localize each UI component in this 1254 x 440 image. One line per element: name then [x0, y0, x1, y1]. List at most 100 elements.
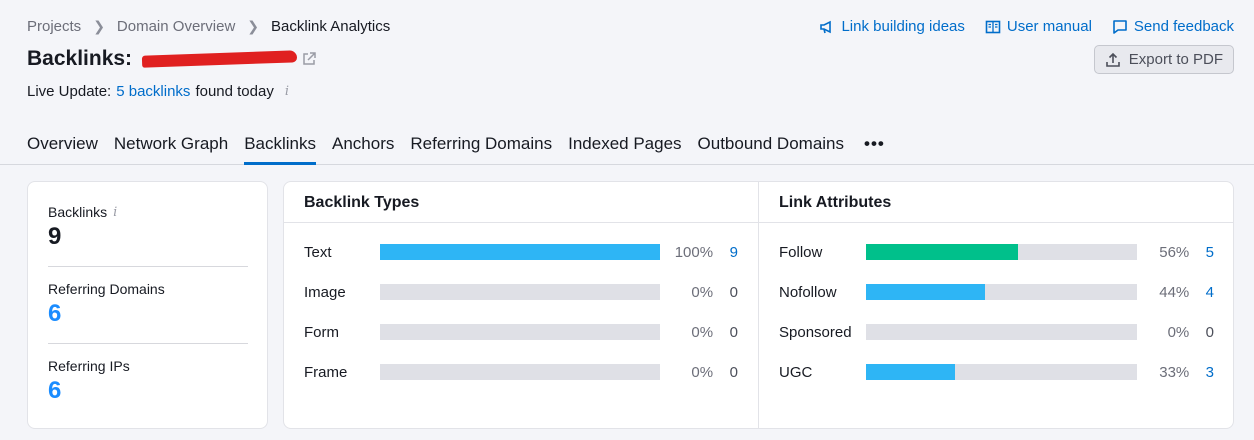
breakdown-row-label: Text [304, 243, 332, 261]
stat-referring-domains-label: Referring Domains [48, 281, 165, 297]
tab-overview[interactable]: Overview [27, 134, 98, 164]
breakdown-row: Sponsored 0% 0 [779, 322, 1214, 342]
breakdown-row-label: Form [304, 323, 339, 341]
page-title: Backlinks: [27, 47, 317, 71]
stat-referring-ips-value[interactable]: 6 [48, 377, 248, 405]
percentage-bar [379, 364, 661, 380]
percentage-bar-fill [866, 244, 1018, 260]
breakdown-row-percent: 0% [1167, 323, 1190, 341]
export-pdf-button[interactable]: Export to PDF [1093, 45, 1234, 74]
summary-card: Backlinks i 9 Referring Domains 6 Referr… [27, 181, 268, 429]
tab-network-graph[interactable]: Network Graph [114, 134, 228, 164]
stat-referring-domains: Referring Domains 6 [48, 281, 248, 328]
user-manual-label: User manual [1006, 18, 1092, 35]
stat-backlinks: Backlinks i 9 [48, 204, 248, 251]
send-feedback-link[interactable]: Send feedback [1112, 18, 1234, 35]
breakdown-row-percent: 33% [1159, 363, 1190, 381]
backlink-breakdown-card: Backlink Types Text 100% 9 Image 0% 0 Form 0% 0 F… [283, 181, 1234, 429]
upload-icon [1105, 52, 1120, 67]
tab-indexed-pages[interactable]: Indexed Pages [568, 134, 681, 164]
percentage-bar [866, 244, 1137, 260]
page-title-text: Backlinks: [27, 47, 133, 70]
live-update: Live Update: 5 backlinks found today i [27, 83, 289, 100]
breakdown-row-count: 0 [729, 363, 738, 381]
percentage-bar [379, 244, 661, 260]
export-pdf-label: Export to PDF [1128, 51, 1223, 68]
breakdown-row-count[interactable]: 5 [1189, 244, 1214, 261]
breakdown-row-percent: 0% [691, 363, 714, 381]
breadcrumb-projects[interactable]: Projects [27, 18, 81, 35]
link-attributes-title: Link Attributes [779, 194, 892, 211]
live-update-prefix: Live Update: [27, 83, 112, 100]
tab-anchors[interactable]: Anchors [332, 134, 394, 164]
external-link-icon[interactable] [301, 51, 317, 67]
percentage-bar [866, 324, 1137, 340]
chevron-right-icon: ❯ [93, 18, 105, 34]
divider [48, 343, 248, 344]
percentage-bar-fill [866, 284, 986, 300]
breakdown-row-count: 0 [729, 323, 738, 341]
breakdown-row: Image 0% 0 [304, 282, 738, 302]
breakdown-row-percent: 0% [691, 283, 714, 301]
breadcrumb-current: Backlink Analytics [271, 18, 391, 35]
link-attributes-panel: Link Attributes Follow 56% 5 Nofollow 44% 4 Sp… [759, 182, 1234, 428]
header-links: Link building ideas User manual Send fee… [819, 18, 1234, 35]
divider [284, 222, 758, 223]
breadcrumb: Projects ❯ Domain Overview ❯ Backlink An… [27, 18, 390, 35]
percentage-bar [379, 284, 661, 300]
percentage-bar-fill [379, 244, 661, 260]
breakdown-row: Frame 0% 0 [304, 362, 738, 382]
stat-referring-ips: Referring IPs 6 [48, 358, 248, 405]
breakdown-row-count[interactable]: 4 [1189, 284, 1214, 301]
stat-backlinks-label: Backlinks [48, 204, 108, 220]
breakdown-row: Follow 56% 5 [779, 242, 1214, 262]
breakdown-row-label: Image [304, 283, 346, 301]
tab-referring-domains[interactable]: Referring Domains [410, 134, 552, 164]
breakdown-row-label: UGC [779, 363, 813, 381]
info-icon[interactable]: i [285, 84, 289, 99]
top-header: Projects ❯ Domain Overview ❯ Backlink An… [0, 0, 1254, 165]
breakdown-row-count[interactable]: 3 [1189, 364, 1214, 381]
stat-referring-domains-value[interactable]: 6 [48, 300, 248, 328]
tab-bar: Overview Network Graph Backlinks Anchors… [27, 134, 885, 165]
backlink-types-title: Backlink Types [304, 194, 420, 211]
link-building-ideas-link[interactable]: Link building ideas [819, 18, 965, 35]
breakdown-row-count: 0 [1205, 323, 1214, 341]
percentage-bar [866, 284, 1137, 300]
redacted-domain [141, 50, 298, 68]
breakdown-row-percent: 56% [1159, 243, 1190, 261]
breakdown-row: UGC 33% 3 [779, 362, 1214, 382]
more-tabs-icon[interactable]: ••• [864, 134, 885, 164]
percentage-bar [379, 324, 661, 340]
percentage-bar-fill [866, 364, 956, 380]
breakdown-row: Form 0% 0 [304, 322, 738, 342]
live-update-suffix: found today [195, 83, 274, 100]
send-feedback-label: Send feedback [1133, 18, 1234, 35]
stat-backlinks-label-row: Backlinks i [48, 204, 248, 220]
stat-backlinks-value: 9 [48, 223, 62, 250]
user-manual-link[interactable]: User manual [985, 18, 1092, 35]
chevron-right-icon: ❯ [247, 18, 260, 34]
breakdown-row-label: Sponsored [779, 323, 852, 341]
breakdown-row: Text 100% 9 [304, 242, 738, 262]
breakdown-row-percent: 0% [691, 323, 714, 341]
live-update-link[interactable]: 5 backlinks [116, 83, 190, 100]
breakdown-row-label: Nofollow [779, 283, 837, 301]
breakdown-row: Nofollow 44% 4 [779, 282, 1214, 302]
breakdown-row-label: Follow [779, 243, 823, 261]
stat-referring-ips-label: Referring IPs [48, 358, 130, 374]
breadcrumb-domain-overview[interactable]: Domain Overview [117, 18, 235, 35]
link-building-ideas-label: Link building ideas [841, 18, 965, 35]
tab-backlinks[interactable]: Backlinks [244, 134, 316, 165]
info-icon[interactable]: i [113, 205, 117, 220]
breakdown-row-count: 0 [729, 283, 738, 301]
chat-icon [1113, 19, 1127, 34]
divider [759, 222, 1234, 223]
breakdown-row-label: Frame [304, 363, 348, 381]
divider [48, 266, 248, 267]
backlink-types-panel: Backlink Types Text 100% 9 Image 0% 0 Form 0% 0 F… [284, 182, 759, 428]
breakdown-row-percent: 44% [1159, 283, 1190, 301]
tab-outbound-domains[interactable]: Outbound Domains [698, 134, 844, 164]
breakdown-row-count[interactable]: 9 [713, 244, 738, 261]
book-icon [985, 20, 1001, 33]
